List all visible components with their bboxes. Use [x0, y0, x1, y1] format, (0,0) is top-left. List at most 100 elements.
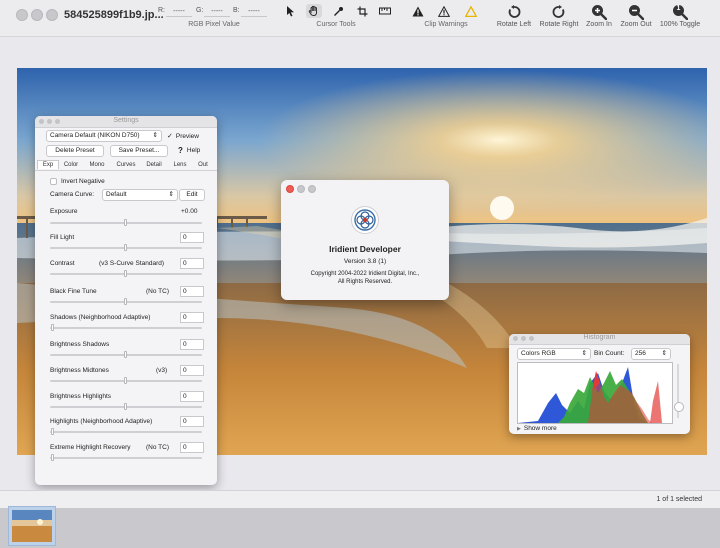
highlights-field[interactable]: 0: [180, 416, 204, 427]
exposure-value[interactable]: +0.00: [181, 208, 197, 215]
black-fine-tune-field[interactable]: 0: [180, 286, 204, 297]
popup-chevron-icon: ⇕: [152, 132, 158, 139]
help-button[interactable]: ? Help: [178, 146, 200, 155]
invert-negative-checkbox[interactable]: Invert Negative: [50, 178, 105, 185]
tab-out[interactable]: Out: [194, 161, 212, 169]
window-zoom-button[interactable]: [46, 9, 58, 21]
exposure-slider-knob[interactable]: [124, 219, 127, 226]
shadows-field[interactable]: 0: [180, 312, 204, 323]
brightness-shadows-slider[interactable]: [50, 351, 202, 358]
tab-exp[interactable]: Exp: [37, 160, 59, 169]
contrast-label: Contrast: [50, 260, 75, 267]
histogram-channel-value: Colors RGB: [521, 350, 556, 357]
brightness-midtones-field[interactable]: 0: [180, 365, 204, 376]
black-fine-tune-slider[interactable]: [50, 298, 202, 305]
contrast-slider[interactable]: [50, 270, 202, 277]
invert-negative-box[interactable]: [50, 178, 57, 185]
shadows-slider-knob[interactable]: [51, 324, 54, 331]
zoom-100-toggle-button[interactable]: 1 100% Toggle: [658, 3, 702, 33]
histogram-titlebar[interactable]: Histogram: [509, 334, 690, 345]
contrast-field[interactable]: 0: [180, 258, 204, 269]
cursor-tools-caption: Cursor Tools: [316, 21, 356, 28]
preset-popup[interactable]: Camera Default (NIKON D750) ⇕: [46, 130, 162, 142]
clip-warning-gamut-button[interactable]: [463, 4, 479, 18]
highlights-slider[interactable]: [50, 428, 202, 435]
show-more-label: Show more: [523, 425, 557, 432]
tab-detail[interactable]: Detail: [142, 161, 166, 169]
zoom-out-button[interactable]: Zoom Out: [618, 3, 654, 33]
rotate-left-button[interactable]: Rotate Left: [495, 3, 533, 33]
warning-triangle-yellow-icon: [465, 5, 477, 17]
exposure-slider[interactable]: [50, 219, 202, 226]
black-fine-tune-label: Black Fine Tune: [50, 288, 97, 295]
brightness-highlights-slider-knob[interactable]: [124, 403, 127, 410]
settings-titlebar[interactable]: Settings: [35, 116, 217, 128]
brightness-highlights-label: Brightness Highlights: [50, 393, 112, 400]
contrast-slider-knob[interactable]: [124, 270, 127, 277]
fill-light-slider[interactable]: [50, 244, 202, 251]
selection-count: 1 of 1 selected: [656, 496, 702, 503]
brightness-midtones-slider-knob[interactable]: [124, 377, 127, 384]
crop-tool[interactable]: [354, 4, 370, 18]
shadows-slider[interactable]: [50, 324, 202, 331]
tab-mono[interactable]: Mono: [85, 161, 109, 169]
rotate-right-button[interactable]: Rotate Right: [538, 3, 580, 33]
bin-count-value: 256: [635, 350, 646, 357]
arrow-cursor-tool[interactable]: [282, 4, 298, 18]
popup-chevron-icon: ⇕: [168, 191, 174, 198]
window-close-button[interactable]: [16, 9, 28, 21]
warning-triangle-outline-icon: [438, 5, 450, 17]
hand-tool[interactable]: [306, 4, 322, 18]
fill-light-slider-knob[interactable]: [124, 244, 127, 251]
clip-warning-highlights-button[interactable]: [410, 4, 426, 18]
tab-lens[interactable]: Lens: [169, 161, 191, 169]
zoom-100-label: 100% Toggle: [659, 21, 701, 28]
highlights-slider-knob[interactable]: [51, 428, 54, 435]
camera-curve-edit-button[interactable]: Edit: [179, 189, 205, 201]
eyedropper-tool[interactable]: [330, 4, 346, 18]
filmstrip-thumbnail[interactable]: [8, 506, 56, 546]
brightness-highlights-slider[interactable]: [50, 403, 202, 410]
bin-count-popup[interactable]: 256 ⇕: [631, 348, 671, 360]
about-close-button[interactable]: [286, 185, 294, 193]
contrast-mode-popup[interactable]: (v3 S-Curve Standard): [99, 260, 164, 267]
crop-icon: [357, 6, 367, 16]
brightness-midtones-slider[interactable]: [50, 377, 202, 384]
preview-label: Preview: [175, 132, 199, 140]
clip-warning-shadows-button[interactable]: [436, 4, 452, 18]
brightness-shadows-slider-knob[interactable]: [124, 351, 127, 358]
camera-curve-label: Camera Curve:: [50, 191, 95, 198]
help-icon: ?: [178, 146, 183, 155]
brightness-midtones-mode-popup[interactable]: (v3): [156, 367, 167, 374]
extreme-highlight-field[interactable]: 0: [180, 442, 204, 453]
preview-toggle[interactable]: ✓ Preview: [167, 132, 199, 141]
extreme-highlight-slider-knob[interactable]: [51, 454, 54, 461]
about-copyright-line1: Copyright 2004-2022 Iridient Digital, In…: [310, 271, 420, 277]
tab-color[interactable]: Color: [59, 161, 83, 169]
histogram-channel-popup[interactable]: Colors RGB ⇕: [517, 348, 591, 360]
straighten-tool[interactable]: [377, 4, 393, 18]
black-fine-tune-slider-knob[interactable]: [124, 298, 127, 305]
histogram-title: Histogram: [583, 334, 616, 341]
extreme-highlight-slider[interactable]: [50, 454, 202, 461]
histogram-slider-knob[interactable]: [674, 402, 684, 412]
camera-curve-popup[interactable]: Default ⇕: [102, 189, 178, 201]
rotate-left-icon: [508, 5, 521, 18]
black-fine-tune-mode-popup[interactable]: (No TC): [146, 288, 169, 295]
histogram-vertical-slider[interactable]: [674, 364, 684, 418]
extreme-highlight-mode-popup[interactable]: (No TC): [146, 444, 169, 451]
delete-preset-button[interactable]: Delete Preset: [46, 145, 104, 157]
fill-light-field[interactable]: 0: [180, 232, 204, 243]
show-more-toggle[interactable]: ▶ Show more: [517, 425, 557, 432]
histogram-panel: Histogram Colors RGB ⇕ Bin Count: 256 ⇕ …: [509, 334, 690, 434]
brightness-shadows-field[interactable]: 0: [180, 339, 204, 350]
about-version: Version 3.8 (1): [343, 258, 387, 265]
shadows-label: Shadows (Neighborhood Adaptive): [50, 314, 151, 321]
brightness-highlights-field[interactable]: 0: [180, 391, 204, 402]
tab-curves[interactable]: Curves: [112, 161, 140, 169]
about-minimize-button: [297, 185, 305, 193]
save-preset-button[interactable]: Save Preset...: [110, 145, 168, 157]
window-minimize-button[interactable]: [31, 9, 43, 21]
zoom-in-button[interactable]: Zoom In: [585, 3, 613, 33]
main-toolbar: 584525899f1b9.jp... R: ----- G: ----- B:…: [0, 0, 720, 37]
